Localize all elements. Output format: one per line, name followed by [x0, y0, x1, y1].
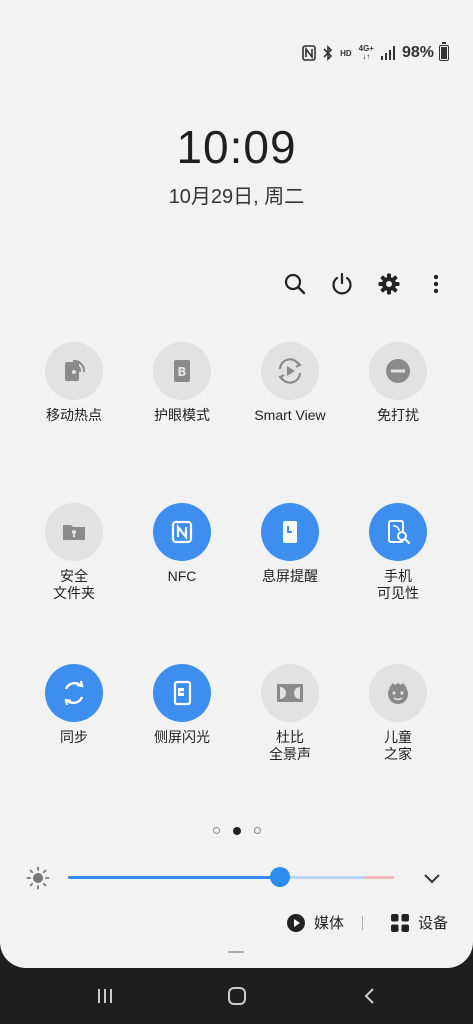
more-icon [433, 274, 439, 294]
home-button[interactable] [223, 982, 251, 1010]
settings-button[interactable] [373, 268, 405, 300]
tile-nfc[interactable]: NFC [128, 503, 236, 585]
network-type: 4G+ ↓↑ [358, 44, 374, 61]
more-options-button[interactable] [420, 268, 452, 300]
smart-view-icon [278, 358, 302, 384]
page-dot[interactable] [212, 827, 220, 834]
settings-icon [378, 273, 400, 295]
devices-button[interactable]: 设备 [390, 912, 448, 933]
search-icon [284, 273, 306, 295]
tile-eye-comfort[interactable]: B 护眼模式 [128, 342, 236, 424]
media-device-row: 媒体 设备 [0, 910, 473, 938]
home-icon [228, 987, 246, 1005]
tile-toggle[interactable] [45, 342, 103, 400]
search-button[interactable] [279, 268, 311, 300]
tile-label: 侧屏闪光 [154, 729, 210, 745]
tile-toggle[interactable] [261, 664, 319, 722]
page-indicator [0, 827, 473, 835]
tile-label: 儿童 之家 [384, 729, 412, 762]
power-icon [332, 272, 352, 295]
tile-label: 杜比 全景声 [269, 729, 311, 762]
tile-secure-folder[interactable]: 安全 文件夹 [20, 503, 128, 602]
status-bar: HD 4G+ ↓↑ 98% [302, 42, 449, 62]
tile-toggle[interactable] [153, 503, 211, 561]
bluetooth-icon [323, 45, 333, 61]
tile-label: 安全 文件夹 [53, 568, 95, 601]
tile-toggle[interactable] [369, 664, 427, 722]
tile-toggle[interactable] [261, 342, 319, 400]
tile-label: 护眼模式 [154, 407, 210, 423]
tile-mobile-hotspot[interactable]: 移动热点 [20, 342, 128, 424]
clock-date[interactable]: 10月29日, 周二 [0, 180, 473, 209]
chevron-down-icon[interactable] [420, 866, 444, 890]
panel-drag-handle[interactable] [228, 951, 244, 953]
always-on-display-icon [283, 521, 297, 543]
recent-apps-icon [98, 989, 112, 1003]
brightness-fill [68, 876, 280, 879]
tile-toggle[interactable] [369, 503, 427, 561]
tile-toggle[interactable] [153, 664, 211, 722]
media-label: 媒体 [314, 915, 345, 932]
divider [362, 916, 363, 930]
battery-percent: 98% [401, 44, 434, 61]
svg-text:B: B [177, 365, 186, 379]
tile-do-not-disturb[interactable]: 免打扰 [344, 342, 452, 424]
battery-icon [439, 42, 449, 61]
devices-label: 设备 [418, 915, 449, 932]
play-icon [287, 913, 305, 932]
tile-sync[interactable]: 同步 [20, 664, 128, 746]
brightness-slider[interactable] [68, 867, 394, 887]
clock-time[interactable]: 10:09 [0, 120, 473, 174]
phone-visibility-icon [388, 520, 411, 545]
power-button[interactable] [326, 268, 358, 300]
tile-edge-lighting[interactable]: 侧屏闪光 [128, 664, 236, 746]
hd-indicator: HD [340, 48, 352, 58]
tile-toggle[interactable] [45, 664, 103, 722]
tile-label: 免打扰 [377, 407, 419, 423]
hotspot-icon [65, 359, 86, 381]
tile-toggle[interactable]: B [153, 342, 211, 400]
tile-phone-visibility[interactable]: 手机 可见性 [344, 503, 452, 602]
tile-dolby-atmos[interactable]: 杜比 全景声 [236, 664, 344, 763]
network-label: 4G+ [358, 44, 374, 53]
navigation-bar [0, 968, 473, 1024]
eye-comfort-icon: B [174, 360, 190, 382]
tile-label: 手机 可见性 [377, 568, 419, 601]
tile-toggle[interactable] [45, 503, 103, 561]
tile-kids-home[interactable]: 儿童 之家 [344, 664, 452, 763]
tile-toggle[interactable] [261, 503, 319, 561]
page-dot[interactable] [253, 827, 261, 834]
back-icon [364, 988, 374, 1004]
kids-home-icon [388, 682, 408, 704]
do-not-disturb-icon [386, 359, 410, 383]
devices-grid-icon [391, 913, 409, 932]
dolby-atmos-icon [277, 684, 303, 702]
tile-label: 同步 [60, 729, 88, 745]
tile-label: 移动热点 [46, 407, 102, 423]
nfc-icon [171, 520, 193, 544]
back-button[interactable] [356, 982, 384, 1010]
recent-apps-button[interactable] [91, 982, 119, 1010]
quick-panel: HD 4G+ ↓↑ 98% 10:09 10月29日, 周二 移动热点 B 护眼… [0, 0, 473, 968]
tile-label: Smart View [254, 407, 326, 423]
nfc-icon [302, 45, 316, 61]
tile-label: NFC [167, 568, 197, 584]
tile-label: 息屏提醒 [262, 568, 318, 584]
action-bar [0, 268, 473, 300]
edge-lighting-icon [173, 680, 192, 706]
brightness-warm-zone [364, 876, 394, 879]
secure-folder-icon [63, 525, 85, 540]
tile-smart-view[interactable]: Smart View [236, 342, 344, 424]
tile-always-on-display[interactable]: 息屏提醒 [236, 503, 344, 585]
brightness-icon [26, 866, 50, 890]
tile-toggle[interactable] [369, 342, 427, 400]
brightness-thumb[interactable] [269, 867, 290, 887]
media-button[interactable]: 媒体 [286, 912, 344, 933]
sync-icon [64, 680, 84, 706]
signal-icon [380, 46, 395, 60]
page-dot-active[interactable] [232, 827, 241, 835]
